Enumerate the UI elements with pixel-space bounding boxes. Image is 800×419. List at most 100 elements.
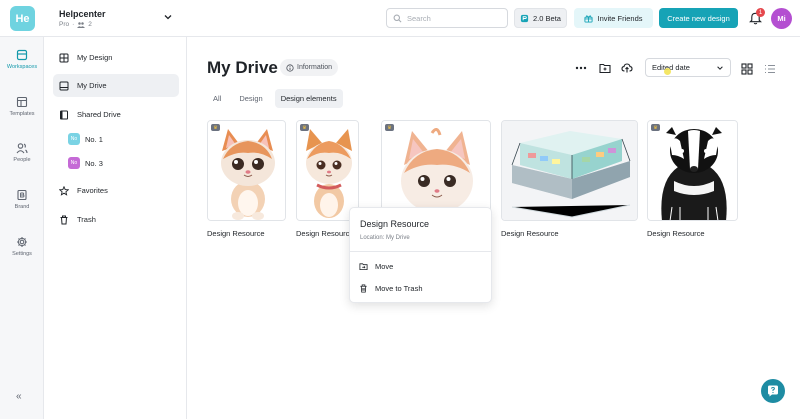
member-count: 2 (88, 21, 92, 28)
help-button[interactable] (761, 379, 785, 403)
brand-icon (17, 189, 27, 201)
drive-badge: No (68, 157, 80, 169)
rail-item-templates[interactable]: Templates (0, 96, 44, 117)
rail-item-workspaces[interactable]: Workspaces (0, 49, 44, 70)
collapse-sidebar-button[interactable]: « (16, 391, 22, 402)
trash-icon (360, 284, 367, 293)
resource-card[interactable] (501, 120, 638, 221)
invite-label: Invite Friends (597, 13, 643, 23)
workspace-logo[interactable]: He (10, 6, 35, 31)
sidebar-item-trash[interactable]: Trash (53, 208, 179, 231)
tab-all[interactable]: All (207, 89, 227, 108)
resource-card[interactable]: ♛ (207, 120, 286, 221)
badger-illustration (648, 121, 737, 220)
divider (350, 251, 491, 252)
notification-badge: 1 (756, 8, 765, 17)
new-folder-icon[interactable] (599, 62, 611, 74)
rail-item-brand[interactable]: Brand (0, 189, 44, 210)
help-chat-icon (768, 385, 778, 397)
pharmacy-store-illustration (502, 121, 637, 220)
sidebar-item-favorites[interactable]: Favorites (53, 179, 179, 202)
kitten-illustration-2 (297, 121, 358, 220)
rail-label: People (13, 157, 31, 163)
premium-crown-icon: ♛ (651, 124, 660, 131)
shared-drive-no-1[interactable]: No No. 1 (68, 131, 103, 147)
rail-item-people[interactable]: People (0, 142, 44, 163)
cursor-highlight (664, 68, 671, 75)
shared-drive-icon (60, 110, 68, 119)
team-plan: Pro · 2 (59, 21, 92, 28)
sidebar-item-my-drive[interactable]: My Drive (53, 74, 179, 97)
sort-dropdown[interactable]: Edited date (645, 58, 731, 77)
premium-crown-icon: ♛ (211, 124, 220, 131)
tab-design-elements[interactable]: Design elements (274, 89, 343, 108)
trash-icon (60, 215, 68, 224)
gear-icon (17, 237, 27, 247)
search-icon (393, 14, 402, 22)
grid-icon (59, 53, 69, 62)
sidebar-item-label: My Drive (77, 81, 107, 90)
sidebar-item-label: Shared Drive (77, 110, 121, 119)
resource-card[interactable]: ♛ (381, 120, 491, 221)
resource-card[interactable]: ♛ (647, 120, 738, 221)
menu-item-move[interactable]: Move (359, 262, 393, 271)
kitten-illustration-3 (382, 121, 490, 220)
top-bar: He Helpcenter Pro · 2 2.0 Beta Invite Fr… (0, 0, 800, 37)
app-rail: Workspaces Templates People Brand Settin… (0, 37, 44, 419)
filter-tabs: All Design Design elements (207, 89, 343, 108)
menu-item-move-to-trash[interactable]: Move to Trash (359, 284, 423, 293)
plan-label: Pro (59, 21, 70, 28)
team-name[interactable]: Helpcenter (59, 9, 106, 19)
chevron-down-icon (717, 66, 723, 70)
premium-crown-icon: ♛ (300, 124, 309, 131)
sidebar-item-label: My Design (77, 53, 113, 62)
resource-card[interactable]: ♛ (296, 120, 359, 221)
beta-button[interactable]: 2.0 Beta (514, 8, 567, 28)
search-box[interactable] (386, 8, 508, 28)
rail-label: Brand (14, 204, 30, 210)
premium-crown-icon: ♛ (385, 124, 394, 131)
card-label: Design Resource (207, 229, 265, 238)
list-view-icon[interactable] (764, 63, 776, 75)
more-options-icon[interactable] (575, 62, 587, 74)
menu-item-label: Move (375, 262, 394, 271)
templates-icon (16, 96, 28, 108)
rail-label: Settings (12, 251, 32, 257)
drive-badge: No (68, 133, 80, 145)
invite-friends-button[interactable]: Invite Friends (574, 8, 653, 28)
sidebar: My Design My Drive Shared Drive No No. 1… (44, 37, 187, 419)
search-input[interactable] (407, 13, 497, 23)
information-label: Information (297, 64, 333, 71)
rail-label: Templates (9, 111, 35, 117)
chevron-down-icon[interactable] (163, 12, 173, 22)
people-icon (16, 143, 28, 154)
grid-view-icon[interactable] (741, 63, 753, 75)
workspaces-icon (16, 49, 28, 61)
user-avatar[interactable]: Mi (771, 8, 792, 29)
sidebar-item-label: Trash (77, 215, 96, 224)
upload-icon[interactable] (621, 62, 633, 74)
context-menu-title: Design Resource (360, 219, 430, 229)
context-menu-location: Location: My Drive (360, 235, 410, 241)
rail-label: Workspaces (6, 64, 38, 70)
dot-separator: · (72, 21, 75, 28)
rail-item-settings[interactable]: Settings (0, 236, 44, 257)
create-new-design-button[interactable]: Create new design (659, 8, 738, 28)
shared-drive-label: No. 3 (85, 158, 103, 168)
sidebar-item-shared-drive[interactable]: Shared Drive (53, 103, 179, 126)
sidebar-item-my-design[interactable]: My Design (53, 46, 179, 69)
information-button[interactable]: Information (280, 59, 339, 76)
tab-design[interactable]: Design (233, 89, 268, 108)
info-icon (286, 63, 294, 72)
context-menu: Design Resource Location: My Drive Move … (349, 207, 492, 303)
card-label: Design Resource (296, 229, 354, 238)
gift-icon (584, 14, 594, 23)
beta-icon (520, 14, 529, 22)
move-icon (359, 263, 368, 271)
kitten-illustration-1 (208, 121, 285, 220)
menu-item-label: Move to Trash (375, 284, 423, 293)
shared-drive-no-3[interactable]: No No. 3 (68, 155, 103, 171)
members-icon (77, 21, 86, 28)
card-label: Design Resource (647, 229, 705, 238)
star-icon (59, 185, 69, 196)
